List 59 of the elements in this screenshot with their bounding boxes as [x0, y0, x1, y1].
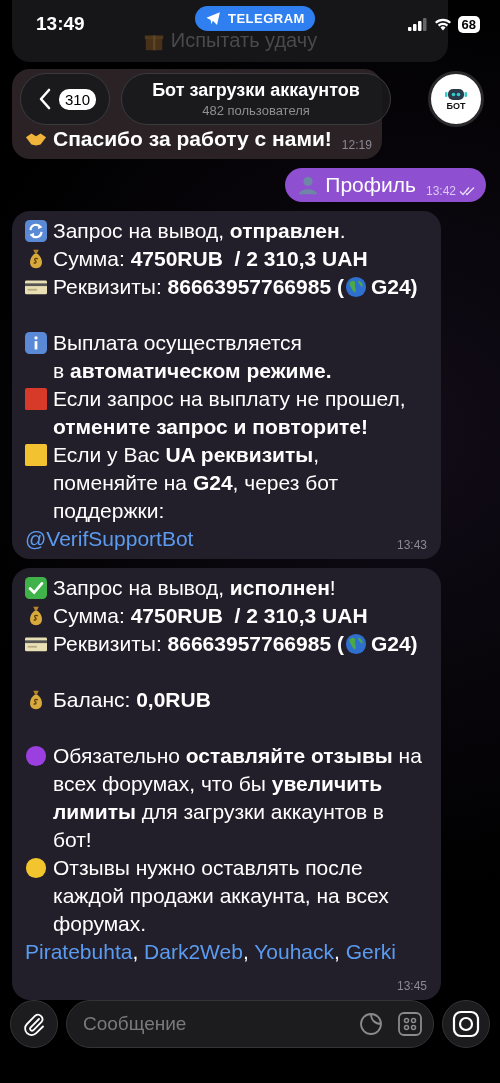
person-icon	[297, 174, 320, 196]
back-chevron-icon	[39, 88, 51, 110]
message-text: Сумма: 4750RUB / 2 310,3 UAH	[53, 604, 368, 627]
camera-button[interactable]	[442, 1000, 490, 1048]
message-time: 13:43	[396, 537, 427, 554]
unread-count: 310	[59, 88, 97, 110]
attach-button[interactable]	[10, 1000, 58, 1048]
chat-title: Бот загрузки аккаунтов	[152, 80, 360, 101]
message-time: 13:42	[425, 177, 476, 205]
message-text: G24)	[370, 275, 418, 298]
dice-icon[interactable]	[397, 1011, 423, 1037]
message-text: Спасибо за работу с нами!	[53, 127, 332, 150]
globe-icon	[344, 633, 367, 655]
message-text: Реквизиты: 86663957766985 (	[53, 275, 344, 298]
comma-text: ,	[334, 940, 341, 963]
refresh-icon	[25, 220, 47, 242]
comma-text: ,	[132, 940, 140, 963]
forum-link[interactable]: Piratebuhta	[25, 940, 133, 963]
message-text: Отзывы нужно оставлять после каждой продажи аккаунта, на всех форумах.	[53, 856, 390, 935]
message-input[interactable]: Сообщение	[81, 1012, 345, 1036]
forum-link[interactable]: Dark2Web	[144, 940, 243, 963]
forum-link[interactable]: Youhack	[254, 940, 334, 963]
circle-icon	[25, 857, 47, 879]
telegram-badge[interactable]: TELEGRAM	[195, 6, 315, 31]
message-time: 13:45	[396, 978, 427, 995]
info-icon	[25, 332, 47, 354]
composer-pill[interactable]: Сообщение	[66, 1000, 434, 1048]
message-text: Баланс: 0,0RUB	[53, 688, 211, 711]
camera-icon	[452, 1010, 480, 1038]
message-text: Если у Вас UA реквизиты, поменяйте на G24, через бот поддержки:	[53, 443, 340, 522]
message-text: G24)	[370, 632, 418, 655]
globe-icon	[344, 276, 367, 298]
message-text: Обязательно оставляйте отзывы на всех форумах, что бы увеличить лимиты для загрузки аккаунтов в бот!	[53, 744, 423, 851]
message-time: 12:19	[341, 137, 372, 154]
message-text: Реквизиты: 86663957766985 (	[53, 632, 344, 655]
message-text: Выплата осуществляется в автоматическом режиме.	[53, 331, 332, 382]
robot-icon	[445, 87, 467, 101]
check-icon	[25, 577, 47, 599]
member-count: 482 пользователя	[202, 103, 310, 118]
square-icon	[25, 444, 47, 466]
sticker-icon[interactable]	[359, 1012, 383, 1036]
comma-text: ,	[242, 940, 250, 963]
chat-title-pill[interactable]: Бот загрузки аккаунтов 482 пользователя	[121, 73, 391, 125]
signal-icon	[407, 17, 428, 31]
message-text: Если запрос на выплату не прошел, отмените запрос и повторите!	[53, 387, 407, 438]
message-text: Профиль	[325, 173, 416, 196]
message-text: Запрос на вывод, отправлен.	[53, 219, 346, 242]
square-icon	[25, 388, 47, 410]
bot-avatar[interactable]: БОТ	[428, 71, 484, 127]
status-time: 13:49	[36, 13, 85, 35]
message-text: Запрос на вывод, исполнен!	[53, 576, 336, 599]
battery-indicator: 68	[457, 15, 480, 33]
message-text: Сумма: 4750RUB / 2 310,3 UAH	[53, 247, 368, 270]
paper-plane-icon	[205, 10, 222, 27]
circle-icon	[25, 745, 47, 767]
username-link[interactable]: @VerifSupportBot	[25, 527, 194, 550]
forum-link[interactable]: Gerki	[345, 940, 396, 963]
wifi-icon	[433, 17, 452, 31]
paperclip-icon	[22, 1012, 46, 1036]
